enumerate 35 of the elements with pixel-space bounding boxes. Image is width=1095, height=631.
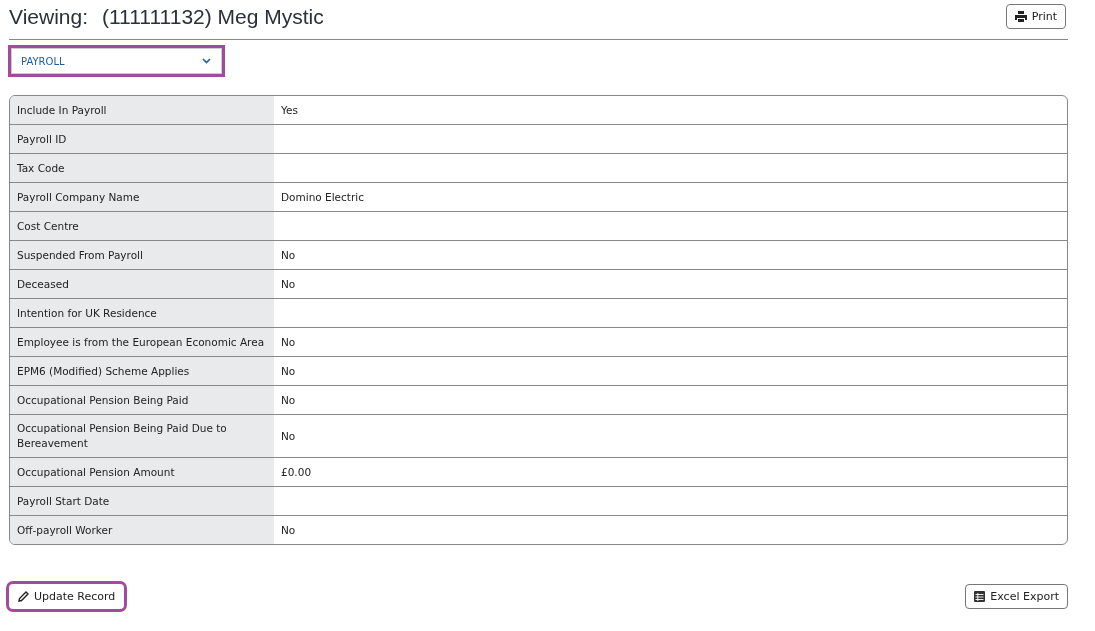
field-label: Tax Code [10, 154, 274, 182]
field-label: Deceased [10, 270, 274, 298]
chevron-down-icon [202, 58, 211, 64]
field-label: Employee is from the European Economic Area [10, 328, 274, 356]
field-value: No [281, 365, 296, 377]
section-dropdown[interactable]: PAYROLL [11, 48, 222, 74]
field-label: Cost Centre [10, 212, 274, 240]
field-value: £0.00 [281, 466, 312, 478]
field-label: Payroll ID [10, 125, 274, 153]
record-name: (111111132) Meg Mystic [102, 4, 324, 28]
field-label: Payroll Company Name [10, 183, 274, 211]
field-label: Occupational Pension Being Paid [10, 386, 274, 414]
field-label: Off-payroll Worker [10, 516, 274, 544]
print-button[interactable]: Print [1005, 4, 1066, 29]
field-label: Include In Payroll [10, 96, 274, 124]
field-label: Payroll Start Date [10, 487, 274, 515]
excel-export-button[interactable]: Excel Export [965, 584, 1068, 609]
pencil-icon [18, 591, 29, 602]
field-value: Yes [281, 104, 298, 116]
field-value: No [281, 336, 296, 348]
field-value: Domino Electric [281, 191, 364, 203]
field-value: No [281, 430, 296, 442]
page-title-label: Viewing: [9, 4, 88, 28]
field-label: Suspended From Payroll [10, 241, 274, 269]
table-icon [974, 591, 986, 602]
printer-icon [1014, 11, 1027, 22]
update-record-button[interactable]: Update Record [9, 584, 125, 609]
field-label: EPM6 (Modified) Scheme Applies [10, 357, 274, 385]
field-value: No [281, 524, 296, 536]
field-value: No [281, 249, 296, 261]
field-label: Occupational Pension Amount [10, 458, 274, 486]
field-label: Occupational Pension Being Paid Due to Bereavement [10, 415, 274, 457]
field-value: No [281, 394, 296, 406]
field-value: No [281, 278, 296, 290]
field-label: Intention for UK Residence [10, 299, 274, 327]
